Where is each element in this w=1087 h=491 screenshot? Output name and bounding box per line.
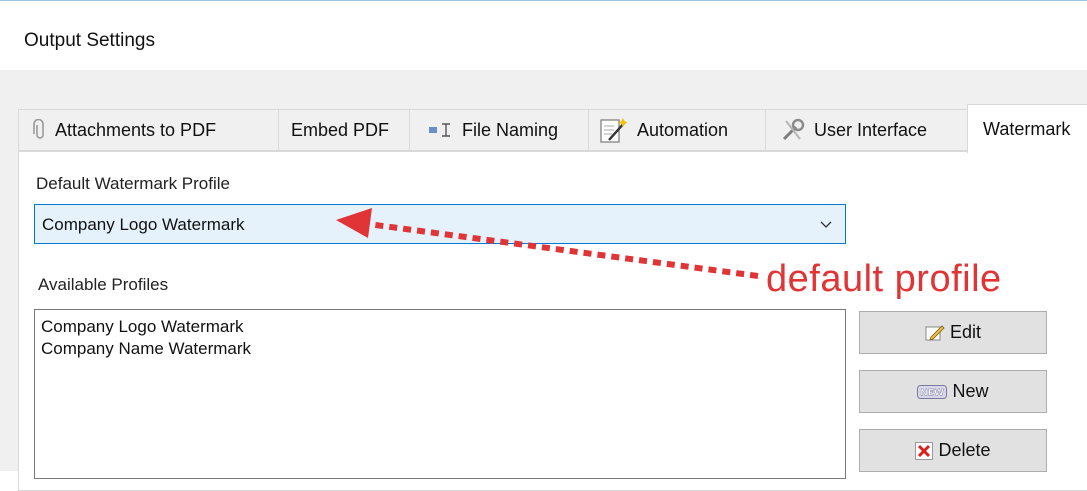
tab-label: User Interface [814, 119, 928, 140]
paperclip-icon [33, 119, 47, 141]
new-label: New [952, 381, 989, 401]
tab-watermark[interactable]: Watermark [967, 104, 1087, 153]
available-profiles-label: Available Profiles [38, 275, 169, 294]
window-title: Output Settings [24, 30, 155, 51]
tab-embed-pdf[interactable]: Embed PDF [278, 109, 410, 151]
edit-button[interactable]: Edit [859, 311, 1047, 354]
tab-label: Attachments to PDF [55, 119, 217, 140]
tab-user-interface[interactable]: User Interface [765, 109, 968, 151]
tab-label: Automation [637, 119, 729, 140]
selected-profile: Company Logo Watermark [42, 215, 245, 234]
delete-x-icon [915, 441, 934, 460]
tab-label: File Naming [462, 119, 559, 140]
default-profile-dropdown[interactable]: Company Logo Watermark [34, 204, 846, 244]
edit-label: Edit [949, 322, 982, 342]
text-cursor-icon [428, 123, 454, 137]
automation-wand-icon [599, 116, 629, 144]
chevron-down-icon [819, 217, 833, 236]
tab-file-naming[interactable]: File Naming [409, 109, 589, 151]
tab-automation[interactable]: Automation [588, 109, 766, 151]
new-badge-text: NEW [921, 388, 945, 398]
delete-button[interactable]: Delete [859, 429, 1047, 472]
tab-label: Watermark [983, 118, 1071, 139]
annotation-text: default profile [766, 258, 1002, 300]
new-badge-icon: NEW [917, 384, 948, 399]
default-profile-label: Default Watermark Profile [36, 174, 230, 193]
tab-attachments-to-pdf[interactable]: Attachments to PDF [18, 109, 279, 151]
edit-pencil-icon [925, 324, 945, 342]
list-item[interactable]: Company Logo Watermark [35, 316, 845, 338]
new-button[interactable]: NEW New [859, 370, 1047, 413]
tools-icon [780, 117, 806, 143]
list-item[interactable]: Company Name Watermark [35, 338, 845, 360]
window-top-border [0, 0, 1087, 1]
delete-label: Delete [938, 440, 991, 460]
available-profiles-list[interactable]: Company Logo Watermark Company Name Wate… [34, 309, 846, 479]
tab-label: Embed PDF [291, 119, 390, 140]
